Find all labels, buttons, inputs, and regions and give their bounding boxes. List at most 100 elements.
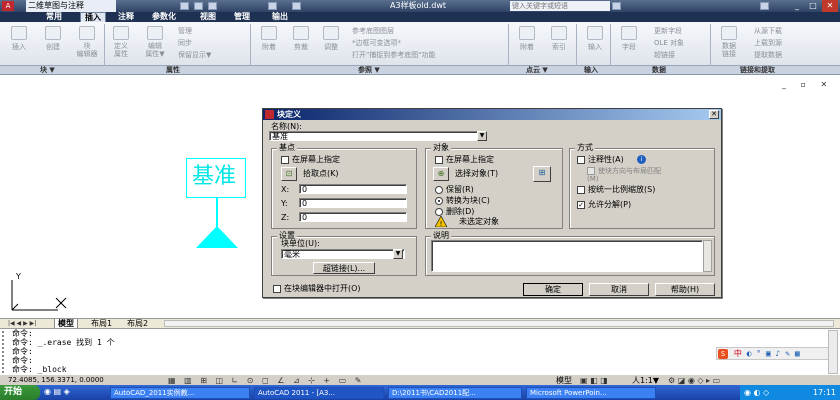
convert-to-block-radio[interactable]: 转换为块(C) xyxy=(435,196,490,206)
taskbar-item-powerpoint[interactable]: Microsoft PowerPoin... xyxy=(526,387,656,399)
tab-insert[interactable]: 插入 xyxy=(80,12,106,22)
block-unit-dropdown-arrow[interactable]: ▼ xyxy=(393,249,403,259)
define-attributes-button[interactable]: 定义 属性 xyxy=(106,26,136,58)
hyperlink-button[interactable]: 超链接(L)... xyxy=(313,262,375,274)
field-button[interactable]: 字段 xyxy=(614,26,644,56)
close-drawing-button[interactable]: ✕ xyxy=(821,80,828,89)
name-dropdown-arrow[interactable]: ▼ xyxy=(477,131,487,141)
minimize-drawing-button[interactable]: _ xyxy=(782,80,786,89)
tab-home[interactable]: 常用 xyxy=(42,12,66,22)
workspace-selector[interactable]: 二维草图与注释 xyxy=(26,0,116,12)
redo-icon[interactable] xyxy=(292,2,301,10)
update-fields-button[interactable]: 更新字段 xyxy=(654,26,682,36)
minimize-button[interactable]: _ xyxy=(790,0,804,12)
import-button[interactable]: 输入 xyxy=(580,26,610,56)
dialog-close-button[interactable]: ✕ xyxy=(709,110,719,119)
tab-manage[interactable]: 管理 xyxy=(230,12,254,22)
horizontal-scrollbar[interactable] xyxy=(164,320,834,327)
pick-point-label[interactable]: 拾取点(K) xyxy=(303,169,339,179)
panel-block-label[interactable]: 块 ▼ xyxy=(40,66,55,75)
cancel-button[interactable]: 取消 xyxy=(589,283,649,296)
create-block-button[interactable]: 创建 xyxy=(38,26,68,56)
app-logo-icon[interactable]: A xyxy=(2,1,14,11)
select-objects-button[interactable]: ⊕ xyxy=(433,167,449,181)
checkbox-icon[interactable] xyxy=(281,155,289,164)
checkbox-icon[interactable] xyxy=(577,155,585,164)
taskbar-item-autocad[interactable]: AutoCAD 2011 - [A3... xyxy=(254,387,384,399)
attr-manage-button[interactable]: 管理 xyxy=(178,26,192,36)
panel-pointcloud-label[interactable]: 点云 ▼ xyxy=(526,66,548,75)
ime-toolbar[interactable]: S 中 ◐ ° ▣ ♪ ✎ ▦ xyxy=(716,347,834,360)
checkbox-checked-icon[interactable]: ✓ xyxy=(577,200,585,209)
tab-layout1[interactable]: 布局1 xyxy=(88,319,115,328)
ime-language-label[interactable]: 中 xyxy=(734,349,742,358)
undo-icon[interactable] xyxy=(268,2,277,10)
tab-layout2[interactable]: 布局2 xyxy=(124,319,151,328)
radio-icon[interactable] xyxy=(435,185,443,194)
name-combobox[interactable]: 基准 xyxy=(269,131,487,141)
ime-tools-icons[interactable]: ◐ ° ▣ ♪ ✎ ▦ xyxy=(747,349,800,358)
dialog-title-bar[interactable]: 块定义 ✕ xyxy=(263,109,721,120)
help-icon[interactable] xyxy=(760,2,769,10)
pointcloud-attach-button[interactable]: 附着 xyxy=(512,26,542,56)
open-icon[interactable] xyxy=(194,2,203,10)
insert-block-button[interactable]: 插入 xyxy=(4,26,34,56)
allow-exploding-checkbox[interactable]: ✓ 允许分解(P) xyxy=(577,200,631,210)
close-button[interactable]: ✕ xyxy=(822,0,838,12)
help-button[interactable]: 帮助(H) xyxy=(655,283,715,296)
description-scrollbar[interactable] xyxy=(703,240,712,272)
attach-reference-button[interactable]: 附着 xyxy=(254,26,284,56)
upload-to-source-button[interactable]: 上载到源 xyxy=(754,38,782,48)
ole-object-button[interactable]: OLE 对象 xyxy=(654,38,684,48)
data-link-button[interactable]: 数据 链接 xyxy=(714,26,744,58)
description-textarea[interactable] xyxy=(431,240,703,272)
clip-button[interactable]: 剪裁 xyxy=(286,26,316,56)
download-from-source-button[interactable]: 从源下载 xyxy=(754,26,782,36)
attr-display-button[interactable]: 保留显示▼ xyxy=(178,50,211,60)
attr-sync-button[interactable]: 同步 xyxy=(178,38,192,48)
x-input[interactable]: 0 xyxy=(299,184,407,194)
pick-point-button[interactable]: ⊡ xyxy=(281,167,297,181)
pointcloud-index-button[interactable]: 索引 xyxy=(544,26,574,56)
edit-attributes-button[interactable]: 编辑 属性▼ xyxy=(140,26,170,58)
z-input[interactable]: 0 xyxy=(299,212,407,222)
command-window[interactable]: 命令: 命令: _.erase 找到 1 个 命令: 命令: 命令: _bloc… xyxy=(0,328,840,374)
quick-select-button[interactable]: ⊞ xyxy=(533,166,551,182)
frames-vary-dropdown[interactable]: *边框可变选项* xyxy=(352,38,401,48)
checkbox-icon[interactable] xyxy=(577,185,585,194)
drawing-window-controls[interactable]: _ ▫ ✕ xyxy=(782,80,827,89)
search-icon[interactable] xyxy=(612,2,621,10)
command-window-grip[interactable] xyxy=(2,331,8,373)
scale-uniformly-checkbox[interactable]: 按统一比例缩放(S) xyxy=(577,185,655,195)
y-input[interactable]: 0 xyxy=(299,198,407,208)
new-icon[interactable] xyxy=(180,2,189,10)
save-icon[interactable] xyxy=(208,2,217,10)
ok-button[interactable]: 确定 xyxy=(523,283,583,296)
tab-output[interactable]: 输出 xyxy=(268,12,292,22)
start-button[interactable]: 开始 xyxy=(0,385,40,400)
restore-drawing-button[interactable]: ▫ xyxy=(801,80,806,89)
select-objects-label[interactable]: 选择对象(T) xyxy=(455,169,498,179)
panel-reference-label[interactable]: 参照 ▼ xyxy=(358,66,380,75)
quick-launch-icons[interactable]: ◉ ▤ ◈ xyxy=(44,387,70,396)
maximize-button[interactable]: □ xyxy=(806,0,820,12)
search-input[interactable]: 键入关键字或短语 xyxy=(510,1,610,11)
radio-icon[interactable] xyxy=(435,207,443,216)
tab-view[interactable]: 视图 xyxy=(196,12,220,22)
basepoint-onscreen-checkbox[interactable]: 在屏幕上指定 xyxy=(281,155,340,165)
open-in-block-editor-checkbox[interactable]: 在块编辑器中打开(O) xyxy=(273,284,361,294)
checkbox-disabled-icon[interactable] xyxy=(587,167,595,175)
layout-nav-arrows[interactable]: |◀ ◀ ▶ ▶| xyxy=(8,319,36,328)
underlay-layers-button[interactable]: 参考底图图层 xyxy=(352,26,394,36)
adjust-button[interactable]: 调整 xyxy=(316,26,346,56)
block-unit-select[interactable]: 毫米 xyxy=(281,249,405,259)
command-scrollbar[interactable] xyxy=(828,330,838,374)
tab-parametric[interactable]: 参数化 xyxy=(148,12,180,22)
tray-icons[interactable]: ◉ ◐ ◇ xyxy=(740,385,769,400)
checkbox-icon[interactable] xyxy=(273,284,281,293)
extract-data-button[interactable]: 提取数据 xyxy=(754,50,782,60)
taskbar-item-tutorial[interactable]: AutoCAD_2011实例教... xyxy=(110,387,250,399)
info-icon[interactable]: i xyxy=(637,155,646,164)
tab-annotate[interactable]: 注释 xyxy=(114,12,138,22)
checkbox-icon[interactable] xyxy=(435,155,443,164)
